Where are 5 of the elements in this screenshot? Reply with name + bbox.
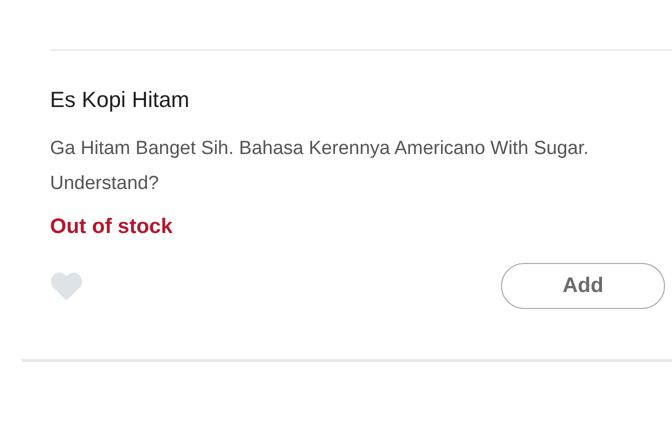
product-description: Ga Hitam Banget Sih. Bahasa Kerennya Americano With Sugar. Understand? <box>50 137 590 196</box>
product-name: Es Kopi Hitam <box>50 86 190 114</box>
add-button[interactable]: Add <box>501 263 665 309</box>
heart-icon[interactable] <box>50 271 83 301</box>
stock-status: Out of stock <box>50 214 174 240</box>
